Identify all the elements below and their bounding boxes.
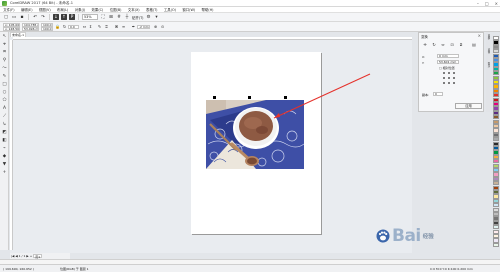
transform-docker: 变换 × ✛ ↻ ⇔ ⊡ ⧄ ▤ X: 0 mm Y: 53.601 mm □ … [418, 32, 484, 112]
anchor-top-center[interactable] [448, 72, 450, 74]
baidu-watermark: Bai 经验 [376, 222, 434, 250]
selection-info: 位图(RGB) 于 图层 1 [60, 267, 89, 271]
previous-page-icon[interactable]: ◀ [15, 254, 17, 258]
copies-field[interactable]: 0 [433, 92, 443, 96]
watermark-suffix: 经验 [422, 234, 434, 240]
transform-x-field[interactable]: 0 mm [437, 54, 459, 58]
docker-menu-icon[interactable]: ▤ [471, 42, 477, 47]
x-label: X: [422, 55, 426, 59]
arrow-line [273, 73, 371, 119]
color-swatch[interactable] [493, 242, 499, 248]
tab-transform[interactable]: 变换 [486, 34, 490, 46]
transform-y-field[interactable]: 53.601 mm [437, 60, 459, 64]
watermark-brand: Bai [392, 226, 421, 246]
docker-tabs: 变换 对象 提示 [486, 32, 490, 112]
relative-position-checkbox[interactable]: □ 相对位置 [439, 66, 455, 70]
baidu-paw-logo-icon [376, 229, 390, 243]
y-label: Y: [422, 61, 425, 65]
docker-close-icon[interactable]: × [478, 33, 481, 38]
first-page-icon[interactable]: |◀ [11, 254, 14, 258]
size-mode-icon[interactable]: ⊡ [449, 42, 455, 47]
apply-button[interactable]: 应用 [455, 103, 482, 109]
outline-fill-info: C:0 M:0 Y:0 K:100 0.200 mm [430, 267, 473, 271]
anchor-middle-left[interactable] [443, 77, 445, 79]
tab-hints[interactable]: 提示 [486, 62, 490, 74]
skew-mode-icon[interactable]: ⧄ [458, 42, 464, 47]
rotate-mode-icon[interactable]: ↻ [431, 42, 437, 47]
anchor-bottom-left[interactable] [443, 82, 445, 84]
next-page-icon[interactable]: ▶ [26, 254, 28, 258]
anchor-top-left[interactable] [443, 72, 445, 74]
anchor-top-right[interactable] [453, 72, 455, 74]
anchor-center[interactable] [448, 77, 450, 79]
add-page-icon[interactable]: + [30, 254, 33, 258]
page-count: 1 / 1 [18, 254, 26, 258]
arrow-head [274, 113, 280, 118]
scale-mirror-mode-icon[interactable]: ⇔ [440, 42, 446, 47]
color-palette [492, 36, 500, 250]
anchor-bottom-center[interactable] [448, 82, 450, 84]
status-bar: ( 199.690, 160.652 ) 位图(RGB) 于 图层 1 C:0 … [0, 264, 500, 272]
tab-objects[interactable]: 对象 [486, 48, 490, 60]
docker-title: 变换 [421, 35, 428, 39]
copies-label: 副本: [422, 93, 430, 97]
anchor-middle-right[interactable] [453, 77, 455, 79]
page-tab-1[interactable]: 页1 [33, 253, 43, 259]
position-mode-icon[interactable]: ✛ [422, 42, 428, 47]
anchor-bottom-right[interactable] [453, 82, 455, 84]
cursor-coordinates: ( 199.690, 160.652 ) [3, 267, 34, 271]
